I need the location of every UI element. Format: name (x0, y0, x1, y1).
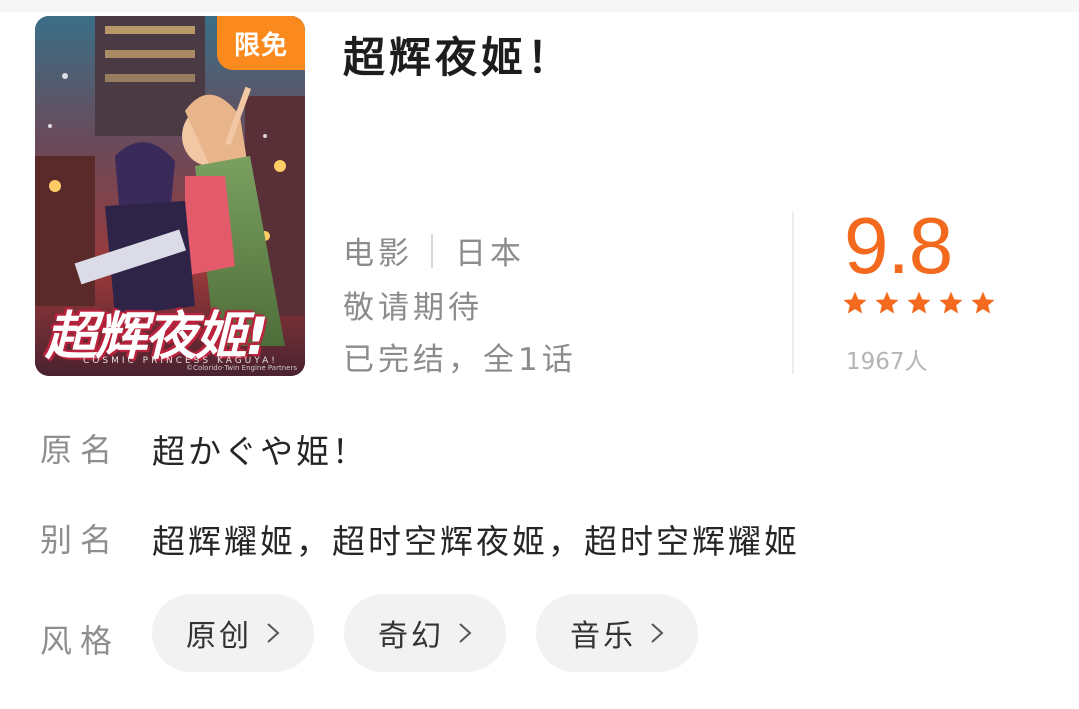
meta-type-region: 电影 日本 (343, 228, 525, 273)
tag-label: 原创 (186, 619, 252, 654)
rating-score: 9.8 (844, 201, 953, 290)
star-icon (875, 291, 899, 314)
tag-button[interactable]: 原创 (152, 594, 314, 672)
star-icon (843, 291, 867, 314)
style-tags: 原创 奇幻 音乐 (152, 594, 698, 672)
meta-type: 电影 (343, 236, 413, 272)
original-name-value: 超かぐや姫！ (152, 432, 368, 471)
meta-separator (431, 233, 433, 268)
rating-stars (842, 290, 996, 316)
vertical-divider (792, 212, 794, 374)
alias-value: 超辉耀姬，超时空辉夜姬，超时空辉耀姬 (152, 522, 800, 561)
chevron-right-icon (651, 623, 664, 643)
meta-status: 敬请期待 (343, 290, 483, 326)
chevron-right-icon (459, 623, 472, 643)
poster-image[interactable]: 超辉夜姬! COSMIC PRINCESS KAGUYA! ©Colorido·… (35, 16, 305, 376)
poster-copyright: ©Colorido·Twin Engine Partners (186, 364, 297, 372)
style-label: 风格 (40, 622, 121, 660)
meta-episodes: 已完结，全1话 (343, 342, 577, 378)
star-icon (907, 291, 931, 314)
tag-button[interactable]: 音乐 (536, 594, 698, 672)
tag-label: 奇幻 (378, 619, 444, 654)
rating-count: 1967人 (846, 349, 928, 375)
chevron-right-icon (267, 623, 280, 643)
page-title: 超辉夜姬！ (343, 33, 574, 82)
star-icon (939, 291, 963, 314)
meta-region: 日本 (455, 236, 525, 272)
original-name-label: 原名 (40, 431, 121, 469)
star-icon (971, 291, 995, 314)
tag-button[interactable]: 奇幻 (344, 594, 506, 672)
free-badge: 限免 (217, 16, 305, 70)
top-bar (0, 0, 1079, 12)
tag-label: 音乐 (570, 619, 636, 654)
alias-label: 别名 (40, 521, 121, 559)
